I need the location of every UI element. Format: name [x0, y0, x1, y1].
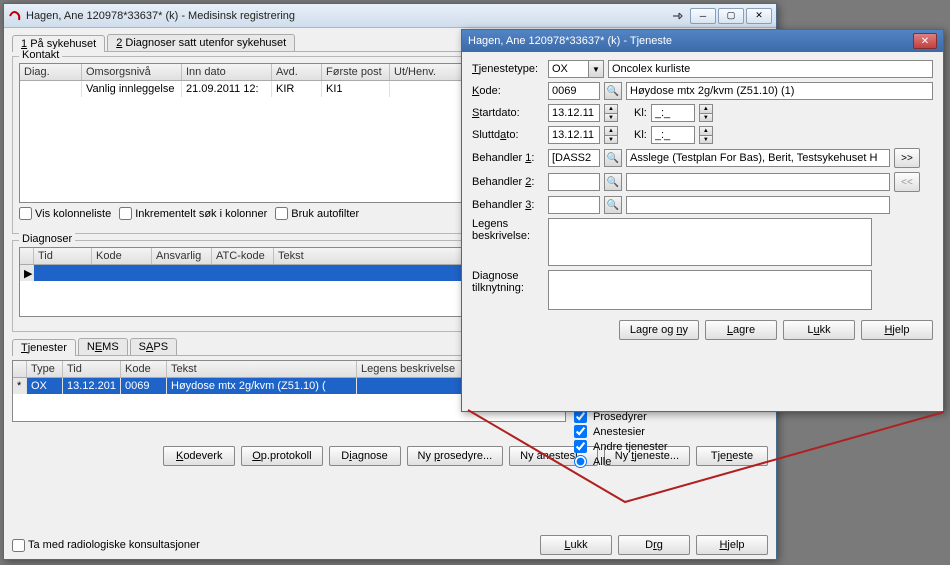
behandler1-input[interactable] — [548, 149, 600, 167]
slutttid-spin[interactable]: ▲▼ — [699, 126, 713, 144]
tab-tjenester[interactable]: Tjenester — [12, 339, 76, 356]
tab-nems[interactable]: NEMS — [78, 338, 128, 355]
ny-prosedyre-button[interactable]: Ny prosedyre... — [407, 446, 504, 466]
kontakt-title: Kontakt — [19, 49, 62, 61]
starttid-spin[interactable]: ▲▼ — [699, 104, 713, 122]
minimize-button[interactable]: ─ — [690, 8, 716, 24]
behandler2-desc[interactable] — [626, 173, 890, 191]
chevron-down-icon[interactable]: ▼ — [588, 60, 604, 78]
dialog-lukk-button[interactable]: Lukk — [783, 320, 855, 340]
radio-alle[interactable]: Alle — [574, 455, 684, 468]
dialog-close-button[interactable]: ✕ — [913, 33, 937, 49]
lbl-sluttdato: Sluttdato: — [472, 129, 544, 141]
behandler3-input[interactable] — [548, 196, 600, 214]
behandler3-desc[interactable] — [626, 196, 890, 214]
diagnose-button[interactable]: Diagnose — [329, 446, 401, 466]
tab-diagnoser-utenfor[interactable]: 2 Diagnoser satt utenfor sykehuset — [107, 34, 295, 51]
check-anestesier[interactable]: Anestesier — [574, 425, 684, 438]
startdato-spin[interactable]: ▲▼ — [604, 104, 618, 122]
kodeverk-button[interactable]: Kodeverk — [163, 446, 235, 466]
binoculars-icon[interactable]: 🔍 — [604, 149, 622, 167]
check-autofilter[interactable]: Bruk autofilter — [275, 207, 359, 220]
less-button[interactable]: << — [894, 172, 920, 192]
behandler1-desc[interactable] — [626, 149, 890, 167]
lbl-startdato: Startdato: — [472, 107, 544, 119]
lbl-behandler1: Behandler 1: — [472, 152, 544, 164]
lagre-button[interactable]: Lagre — [705, 320, 777, 340]
drg-button[interactable]: Drg — [618, 535, 690, 555]
kode-desc[interactable] — [626, 82, 933, 100]
diagnoser-title: Diagnoser — [19, 233, 75, 245]
legens-textarea[interactable] — [548, 218, 872, 266]
binoculars-icon[interactable]: 🔍 — [604, 82, 622, 100]
lbl-legens: Legens beskrivelse: — [472, 218, 544, 242]
lbl-behandler2: Behandler 2: — [472, 176, 544, 188]
tjeneste-button[interactable]: Tjeneste — [696, 446, 768, 466]
lbl-diagnose-tilknytning: Diagnose tilknytning: — [472, 270, 544, 294]
lbl-behandler3: Behandler 3: — [472, 199, 544, 211]
lbl-tjenestetype: Tjenestetype: — [472, 63, 544, 75]
main-titlebar: Hagen, Ane 120978*33637* (k) - Medisinsk… — [4, 4, 776, 28]
kode-input[interactable] — [548, 82, 600, 100]
col-inndato[interactable]: Inn dato — [182, 64, 272, 80]
sluttdato-input[interactable] — [548, 126, 600, 144]
hjelp-button[interactable]: Hjelp — [696, 535, 768, 555]
tab-saps[interactable]: SAPS — [130, 338, 177, 355]
tjenestetype-combo[interactable]: ▼ — [548, 60, 604, 78]
starttid-input[interactable] — [651, 104, 695, 122]
dialog-title: Hagen, Ane 120978*33637* (k) - Tjeneste — [468, 35, 913, 47]
pin-icon[interactable] — [666, 8, 690, 24]
dialog-hjelp-button[interactable]: Hjelp — [861, 320, 933, 340]
col-diag[interactable]: Diag. — [20, 64, 82, 80]
col-omsorg[interactable]: Omsorgsnivå — [82, 64, 182, 80]
check-andre[interactable]: Andre tjenester — [574, 440, 684, 453]
startdato-input[interactable] — [548, 104, 600, 122]
diagnose-textarea[interactable] — [548, 270, 872, 310]
tjeneste-dialog: Hagen, Ane 120978*33637* (k) - Tjeneste … — [461, 29, 944, 412]
close-button[interactable]: ✕ — [746, 8, 772, 24]
col-avd[interactable]: Avd. — [272, 64, 322, 80]
lbl-kode: Kode: — [472, 85, 544, 97]
main-title: Hagen, Ane 120978*33637* (k) - Medisinsk… — [26, 10, 666, 22]
lukk-button[interactable]: Lukk — [540, 535, 612, 555]
more-button[interactable]: >> — [894, 148, 920, 168]
filter-column: Prosedyrer Anestesier Andre tjenester Al… — [574, 410, 684, 468]
behandler2-input[interactable] — [548, 173, 600, 191]
maximize-button[interactable]: ▢ — [718, 8, 744, 24]
binoculars-icon[interactable]: 🔍 — [604, 173, 622, 191]
binoculars-icon[interactable]: 🔍 — [604, 196, 622, 214]
dialog-titlebar: Hagen, Ane 120978*33637* (k) - Tjeneste … — [462, 30, 943, 52]
check-radiologiske[interactable]: Ta med radiologiske konsultasjoner — [12, 539, 200, 552]
tjenestetype-desc[interactable] — [608, 60, 933, 78]
col-forstepost[interactable]: Første post — [322, 64, 390, 80]
opprotokoll-button[interactable]: Op.protokoll — [241, 446, 322, 466]
sluttdato-spin[interactable]: ▲▼ — [604, 126, 618, 144]
slutttid-input[interactable] — [651, 126, 695, 144]
lagre-og-ny-button[interactable]: Lagre og ny — [619, 320, 699, 340]
check-inkrementelt[interactable]: Inkrementelt søk i kolonner — [119, 207, 267, 220]
check-vis-kolonneliste[interactable]: Vis kolonneliste — [19, 207, 111, 220]
app-icon — [8, 9, 22, 23]
